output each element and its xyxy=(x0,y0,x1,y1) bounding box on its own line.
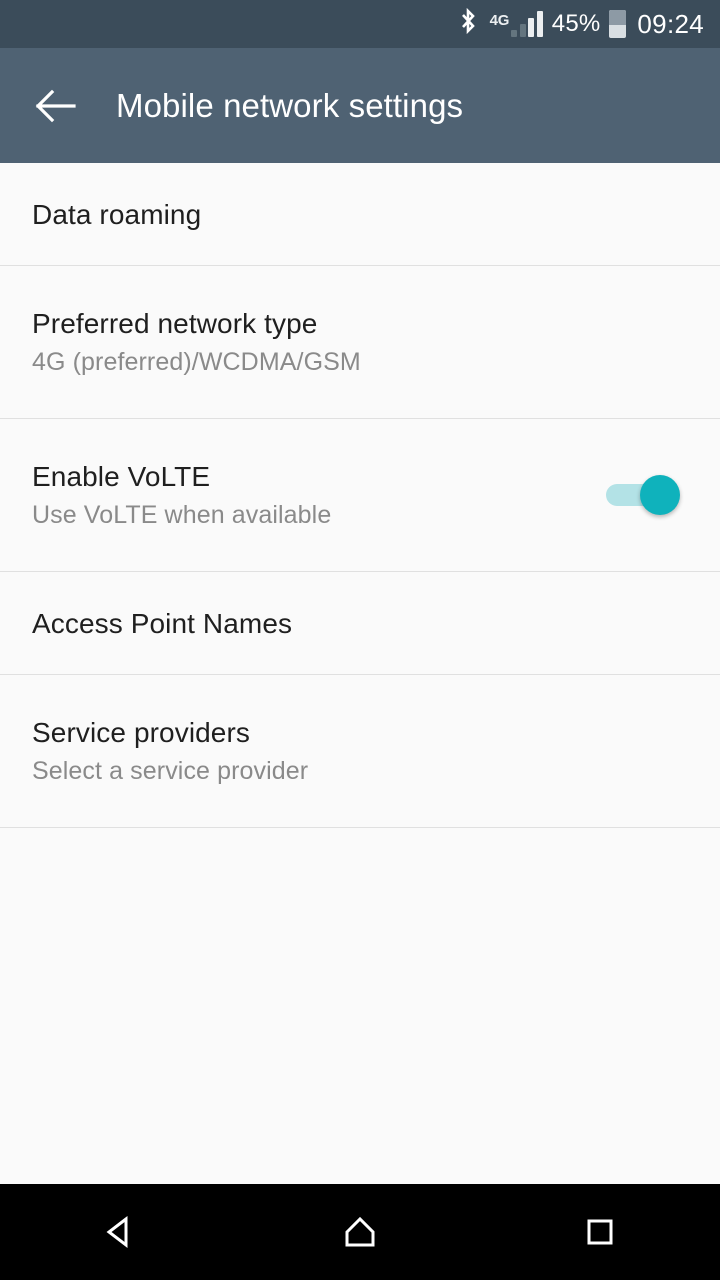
row-text: Service providers Select a service provi… xyxy=(32,715,308,788)
settings-list: Data roaming Preferred network type 4G (… xyxy=(0,163,720,1184)
switch-thumb xyxy=(640,475,680,515)
nav-recents-button[interactable] xyxy=(540,1184,660,1280)
row-title: Enable VoLTE xyxy=(32,460,211,492)
volte-toggle-switch[interactable] xyxy=(606,475,680,515)
arrow-left-icon xyxy=(35,89,76,122)
back-button[interactable] xyxy=(24,75,86,137)
status-bar: 4G 45% 09:24 xyxy=(0,0,720,48)
signal-bar-group xyxy=(511,11,543,37)
home-icon xyxy=(345,1216,375,1247)
status-bar-icons: 4G 45% 09:24 xyxy=(457,7,704,42)
row-text: Access Point Names xyxy=(32,606,292,641)
nav-home-button[interactable] xyxy=(300,1184,420,1280)
signal-bar-2 xyxy=(519,24,526,37)
divider xyxy=(0,827,720,828)
signal-bar-3 xyxy=(528,18,535,37)
clock-label: 09:24 xyxy=(637,9,704,39)
signal-bar-1 xyxy=(511,30,518,37)
row-text: Enable VoLTE Use VoLTE when available xyxy=(32,459,331,532)
row-text: Data roaming xyxy=(32,197,201,232)
battery-icon xyxy=(609,10,627,38)
setting-row-preferred-network-type[interactable]: Preferred network type 4G (preferred)/WC… xyxy=(0,266,720,418)
row-text: Preferred network type 4G (preferred)/WC… xyxy=(32,306,361,379)
page-title: Mobile network settings xyxy=(116,86,464,124)
phone-screen: 4G 45% 09:24 Mobile network settings Dat… xyxy=(0,0,720,1280)
row-subtitle: Select a service provider xyxy=(32,756,309,785)
row-subtitle: 4G (preferred)/WCDMA/GSM xyxy=(32,347,361,376)
android-navigation-bar xyxy=(0,1184,720,1280)
setting-row-data-roaming[interactable]: Data roaming xyxy=(0,163,720,265)
setting-row-enable-volte[interactable]: Enable VoLTE Use VoLTE when available xyxy=(0,419,720,571)
signal-bars-icon: 4G xyxy=(488,11,543,37)
recents-square-icon xyxy=(587,1219,613,1245)
battery-fill xyxy=(609,10,627,25)
battery-percent-label: 45% xyxy=(551,10,601,37)
app-bar: Mobile network settings xyxy=(0,48,720,163)
setting-row-service-providers[interactable]: Service providers Select a service provi… xyxy=(0,675,720,827)
row-subtitle: Use VoLTE when available xyxy=(32,500,332,529)
setting-row-access-point-names[interactable]: Access Point Names xyxy=(0,572,720,674)
bluetooth-icon xyxy=(457,7,479,42)
row-title: Service providers xyxy=(32,716,251,748)
signal-bar-4 xyxy=(536,11,543,37)
row-title: Data roaming xyxy=(32,198,202,230)
network-type-label: 4G xyxy=(489,12,510,29)
nav-back-button[interactable] xyxy=(60,1184,180,1280)
row-title: Access Point Names xyxy=(32,607,293,639)
row-title: Preferred network type xyxy=(32,307,318,339)
back-triangle-icon xyxy=(106,1215,128,1249)
